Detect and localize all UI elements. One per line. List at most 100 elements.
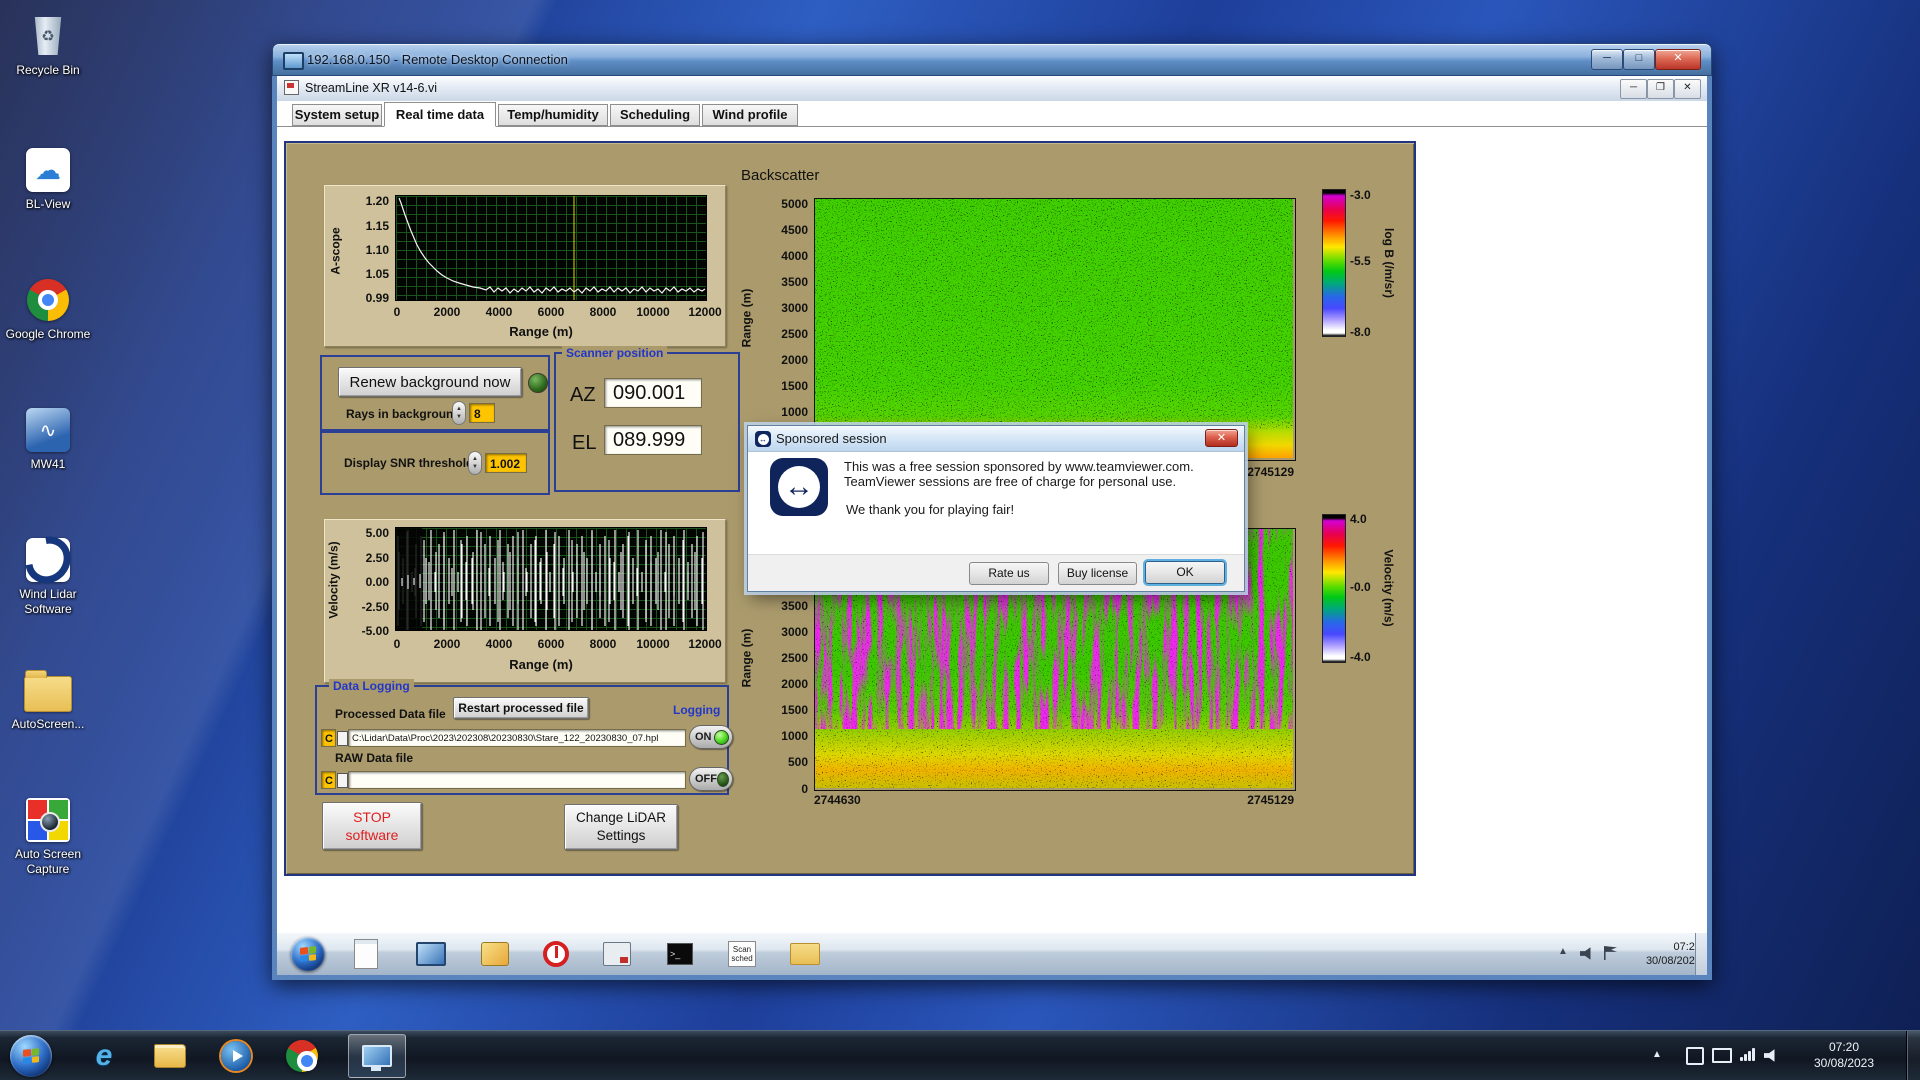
tray-hidden-icons-button[interactable]: ▲ [1652, 1049, 1662, 1060]
dialog-titlebar[interactable]: ↔ Sponsored session ✕ [748, 426, 1244, 452]
buy-license-button[interactable]: Buy license [1058, 562, 1137, 585]
tray-display-icon[interactable] [1712, 1047, 1732, 1063]
rdp-session-area: StreamLine XR v14-6.vi ─ ❐ ✕ System setu… [272, 76, 1712, 980]
taskbar-cmd-icon[interactable]: >_ [663, 937, 697, 971]
taskbar-chrome-icon[interactable] [282, 1036, 322, 1076]
remote-show-desktop-button[interactable] [1695, 933, 1707, 975]
desktop-icon-recycle-bin[interactable]: ♻ Recycle Bin [2, 12, 94, 78]
processed-drive-chip[interactable]: C [321, 729, 336, 747]
processed-path-field[interactable]: C:\Lidar\Data\Proc\2023\202308\20230830\… [348, 729, 686, 747]
velocity-img-ytick: 2500 [781, 651, 808, 665]
velocity-xtick: 0 [393, 637, 401, 651]
ascope-xtick: 6000 [537, 305, 565, 319]
start-button[interactable] [10, 1035, 52, 1077]
renew-background-button[interactable]: Renew background now [338, 367, 522, 397]
stop-software-button[interactable]: STOP software [322, 802, 422, 850]
ascope-xtick: 4000 [485, 305, 513, 319]
backscatter-colorbar-tick: -8.0 [1350, 325, 1371, 339]
desktop-icon-autoscreen[interactable]: AutoScreen... [2, 666, 94, 732]
desktop-icon-wind-lidar[interactable]: Wind Lidar Software [2, 527, 94, 617]
raw-drive-chip[interactable]: C [321, 771, 336, 789]
backscatter-ytick: 3500 [781, 275, 808, 289]
tab-system-setup[interactable]: System setup [292, 104, 382, 126]
remote-tray-action-center-icon[interactable] [1604, 946, 1617, 960]
off-indicator [717, 771, 729, 787]
desktop-icon-mw41[interactable]: ∿ MW41 [2, 406, 94, 472]
taskbar-internet-explorer-icon[interactable]: e [84, 1036, 124, 1076]
app-restore-button[interactable]: ❐ [1647, 79, 1674, 99]
rdp-close-button[interactable]: ✕ [1655, 49, 1701, 70]
snr-stepper[interactable]: ▲ ▼ [468, 451, 482, 475]
tab-wind-profile[interactable]: Wind profile [702, 104, 798, 126]
raw-path-field[interactable] [348, 771, 686, 789]
el-field[interactable]: 089.999 [604, 425, 702, 455]
taskbar-explorer-icon[interactable] [150, 1036, 190, 1076]
velocity-ytick: -5.00 [361, 624, 389, 638]
desktop-icon-google-chrome[interactable]: Google Chrome [2, 276, 94, 342]
restart-processed-file-button[interactable]: Restart processed file [453, 697, 589, 719]
rays-field[interactable]: 8 [469, 403, 495, 423]
backscatter-ytick: 4500 [781, 223, 808, 237]
raw-logging-toggle[interactable]: OFF [689, 767, 733, 791]
taskbar-media-player-icon[interactable] [216, 1036, 256, 1076]
folder-icon [24, 670, 72, 712]
windows-flag-icon [300, 946, 316, 962]
rdp-minimize-button[interactable]: ─ [1591, 49, 1623, 70]
remote-tray-clock[interactable]: 07:20 30/08/2023 [1629, 940, 1701, 968]
tab-temp-humidity[interactable]: Temp/humidity [498, 104, 608, 126]
tab-real-time-data[interactable]: Real time data [384, 102, 496, 127]
remote-start-button[interactable] [291, 937, 325, 971]
raw-file-page-icon [337, 773, 348, 788]
velocity-img-yaxis-title: Range (m) [739, 628, 754, 688]
processed-logging-toggle[interactable]: ON [689, 725, 733, 749]
taskbar-power-off-icon[interactable] [539, 937, 573, 971]
ok-button[interactable]: OK [1145, 561, 1225, 584]
taskbar-image-viewer-icon[interactable] [478, 937, 512, 971]
taskbar-clock[interactable]: 07:20 30/08/2023 [1798, 1039, 1890, 1071]
ascope-xtick: 0 [393, 305, 401, 319]
tray-volume-icon[interactable] [1764, 1049, 1775, 1062]
app-titlebar[interactable]: StreamLine XR v14-6.vi ─ ❐ ✕ [277, 76, 1707, 102]
taskbar-print-window-icon[interactable] [600, 937, 634, 971]
velocity-xtick: 6000 [537, 637, 565, 651]
auto-screen-capture-icon [26, 798, 70, 842]
taskbar-monitor-app-icon[interactable] [414, 937, 448, 971]
desktop-icon-auto-screen-capture[interactable]: Auto Screen Capture [2, 796, 94, 877]
velocity-colorbar-tick: -4.0 [1350, 650, 1371, 664]
background-led-indicator [528, 373, 548, 393]
on-indicator [714, 729, 729, 745]
velocity-img-ytick: 2000 [781, 677, 808, 691]
mw41-icon: ∿ [26, 408, 70, 452]
tray-network-icon[interactable] [1740, 1048, 1755, 1061]
dialog-close-button[interactable]: ✕ [1205, 429, 1238, 447]
taskbar-scan-sched-icon[interactable]: Scan sched [725, 937, 759, 971]
rate-us-button[interactable]: Rate us [969, 562, 1049, 585]
chrome-icon [27, 279, 69, 321]
ascope-ytick: 1.05 [365, 267, 389, 281]
velocity-img-ytick: 3000 [781, 625, 808, 639]
taskbar-rdp-active-item[interactable] [348, 1034, 406, 1078]
change-lidar-settings-button[interactable]: Change LiDAR Settings [564, 804, 678, 850]
ascope-ytick: 1.10 [365, 243, 389, 257]
velocity-graph-frame: Velocity (m/s) 5.00 2.50 0.00 -2.50 -5.0… [324, 519, 726, 683]
rdp-maximize-button[interactable]: □ [1623, 49, 1655, 70]
remote-tray-volume-icon[interactable] [1580, 947, 1591, 960]
remote-tray-hidden-icons-button[interactable]: ▲ [1558, 946, 1568, 957]
desktop-icon-bl-view[interactable]: ☁ BL-View [2, 146, 94, 212]
taskbar-folder-icon[interactable] [788, 937, 822, 971]
show-desktop-button[interactable] [1906, 1031, 1920, 1080]
velocity-img-ytick: 500 [787, 755, 808, 769]
rdp-computer-icon [283, 52, 304, 70]
taskbar-notepad-icon[interactable] [349, 937, 383, 971]
tab-scheduling[interactable]: Scheduling [610, 104, 700, 126]
backscatter-ytick: 1500 [781, 379, 808, 393]
backscatter-ytick: 2000 [781, 353, 808, 367]
app-minimize-button[interactable]: ─ [1620, 79, 1647, 99]
rdp-titlebar[interactable]: 192.168.0.150 - Remote Desktop Connectio… [272, 43, 1712, 76]
snr-field[interactable]: 1.002 [485, 453, 527, 473]
tray-app-icon[interactable] [1686, 1047, 1704, 1065]
snr-group: Display SNR threshold ▲ ▼ 1.002 [320, 431, 550, 495]
app-close-button[interactable]: ✕ [1674, 79, 1701, 99]
az-field[interactable]: 090.001 [604, 378, 702, 408]
rays-stepper[interactable]: ▲ ▼ [452, 401, 466, 425]
